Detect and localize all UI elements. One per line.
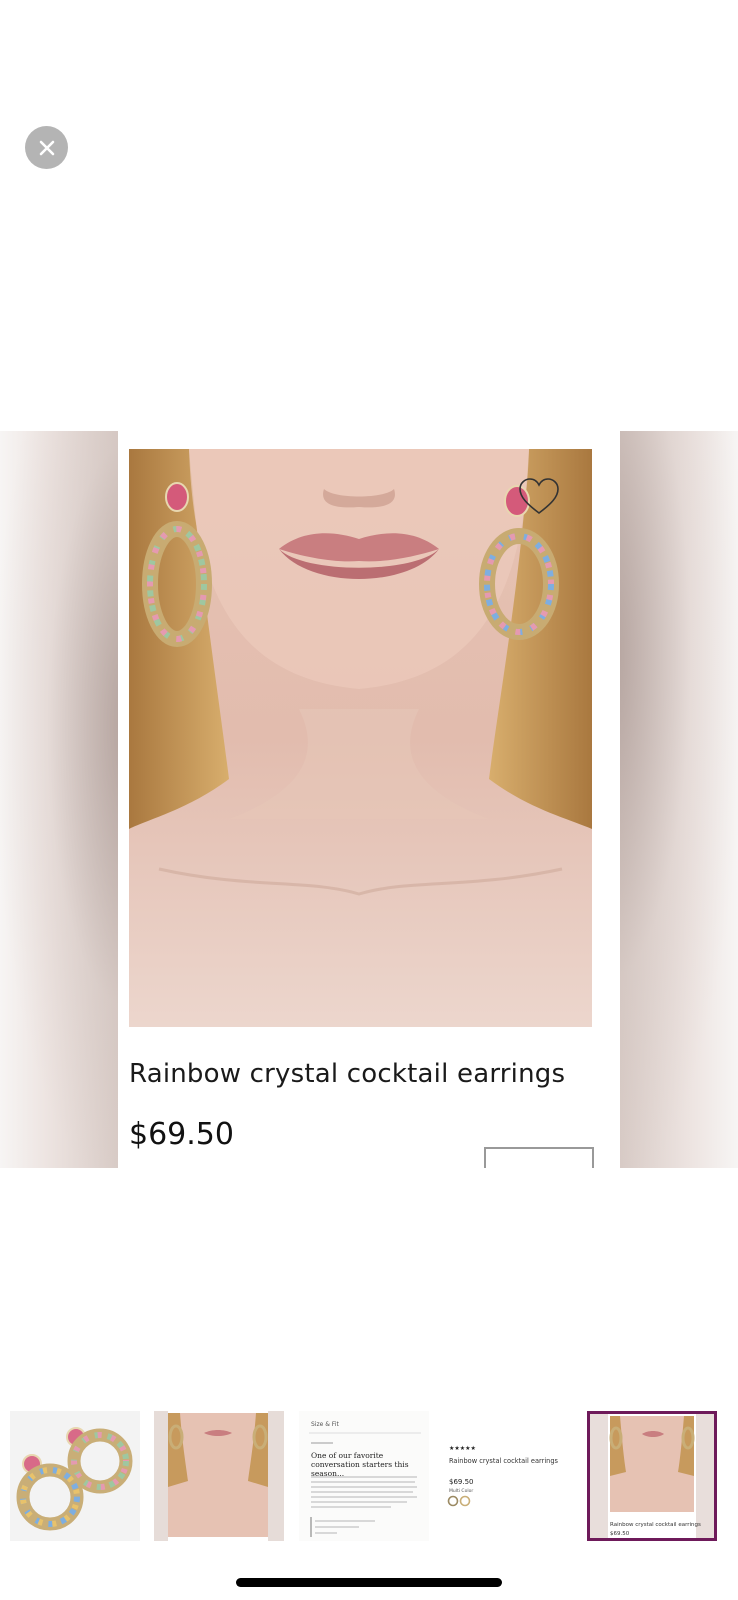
thumbnail-strip: Size & Fit One of our favorite conversat… bbox=[0, 1411, 738, 1543]
thumb-current-price: $69.50 bbox=[610, 1531, 630, 1537]
thumb-current-caption: Rainbow crystal cocktail earrings bbox=[610, 1522, 701, 1528]
thumb-model-photo[interactable] bbox=[154, 1411, 284, 1541]
product-card: Rainbow crystal cocktail earrings $69.50 bbox=[118, 431, 620, 1168]
thumb-listing-color-label: Multi Color bbox=[449, 1489, 474, 1494]
thumb-details-title: One of our favorite conversation starter… bbox=[311, 1451, 409, 1478]
close-icon bbox=[39, 140, 54, 155]
thumb-current-view[interactable]: Rainbow crystal cocktail earrings $69.50 bbox=[587, 1411, 717, 1541]
heart-outline-icon[interactable] bbox=[517, 477, 561, 517]
thumb-listing-product-name: Rainbow crystal cocktail earrings bbox=[449, 1457, 558, 1465]
thumb-listing-stars: ★★★★★ bbox=[449, 1445, 476, 1452]
thumb-earrings-product[interactable] bbox=[10, 1411, 140, 1541]
add-to-bag-button[interactable] bbox=[484, 1147, 594, 1168]
product-photo bbox=[129, 449, 592, 1027]
home-indicator[interactable] bbox=[236, 1578, 502, 1587]
image-viewer-stage: Rainbow crystal cocktail earrings $69.50 bbox=[0, 431, 738, 1168]
product-price: $69.50 bbox=[129, 1117, 234, 1152]
product-title: Rainbow crystal cocktail earrings bbox=[129, 1059, 566, 1089]
close-button[interactable] bbox=[25, 126, 68, 169]
thumb-listing-price: $69.50 bbox=[449, 1478, 474, 1486]
next-image-peek[interactable] bbox=[620, 431, 738, 1168]
thumb-details-page[interactable]: Size & Fit One of our favorite conversat… bbox=[299, 1411, 429, 1541]
thumb-listing-page[interactable]: ★★★★★ Rainbow crystal cocktail earrings … bbox=[443, 1411, 573, 1541]
previous-image-peek[interactable] bbox=[0, 431, 118, 1168]
